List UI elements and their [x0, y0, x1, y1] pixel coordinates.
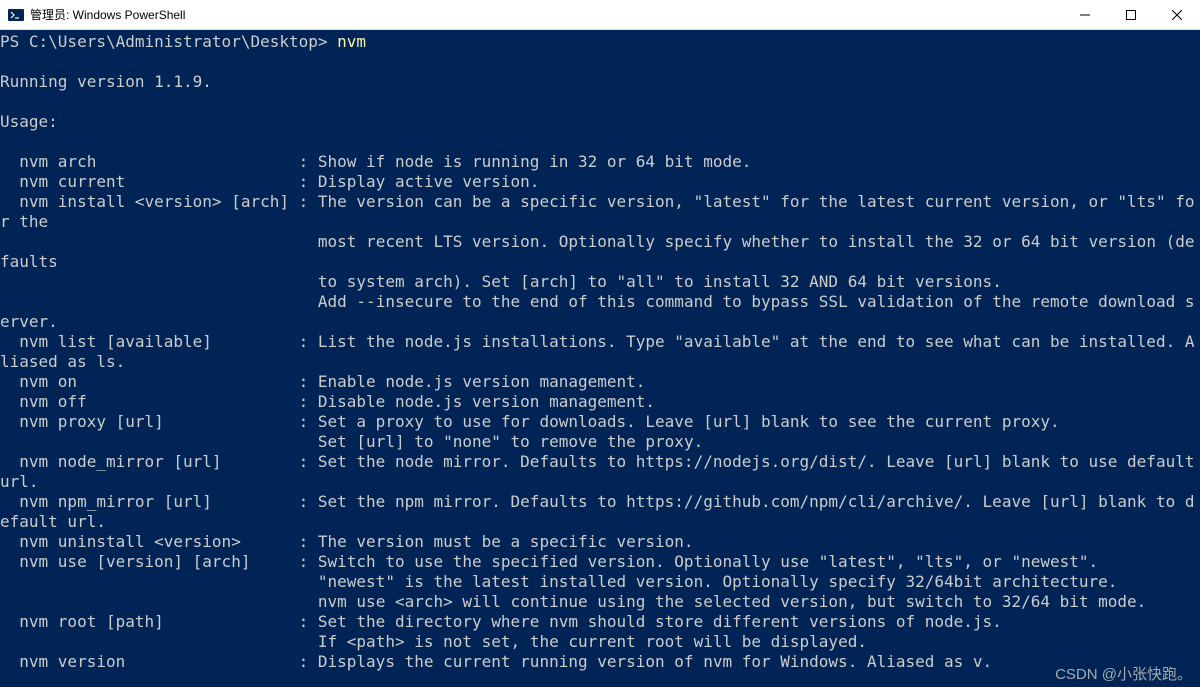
titlebar[interactable]: 管理员: Windows PowerShell: [0, 0, 1200, 30]
command-text: nvm: [337, 32, 366, 51]
terminal-body[interactable]: PS C:\Users\Administrator\Desktop> nvm R…: [0, 30, 1200, 687]
prompt-text: PS C:\Users\Administrator\Desktop>: [0, 32, 337, 51]
watermark-text: CSDN @小张快跑。: [1055, 665, 1192, 685]
close-button[interactable]: [1154, 0, 1200, 30]
terminal-output: Running version 1.1.9. Usage: nvm arch :…: [0, 72, 1200, 671]
minimize-button[interactable]: [1062, 0, 1108, 30]
powershell-icon: [8, 7, 24, 23]
window-title: 管理员: Windows PowerShell: [30, 6, 185, 23]
window-controls: [1062, 0, 1200, 30]
maximize-button[interactable]: [1108, 0, 1154, 30]
